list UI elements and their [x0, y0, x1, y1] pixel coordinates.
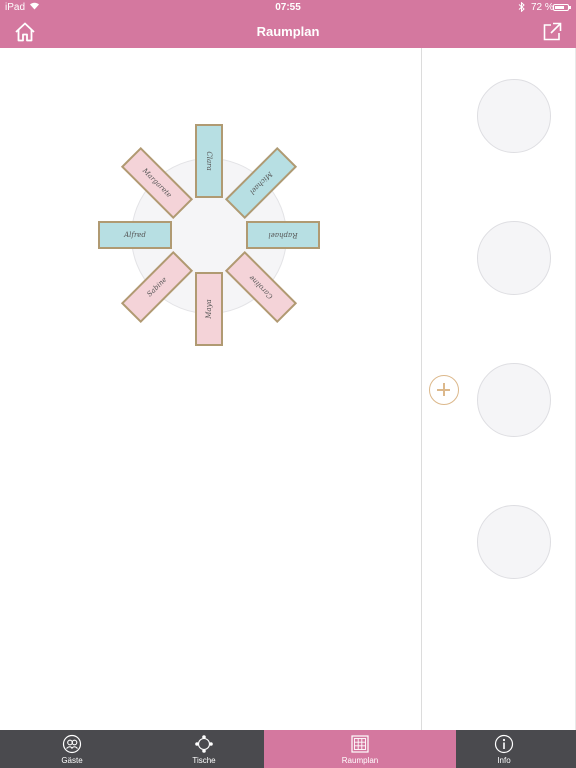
- tab-label: Info: [497, 756, 511, 765]
- guest-name: Caroline: [247, 273, 275, 301]
- navigation-bar: Raumplan: [0, 16, 576, 48]
- place-card[interactable]: Maya: [195, 272, 223, 346]
- page-title: Raumplan: [256, 24, 320, 39]
- place-card[interactable]: Raphael: [246, 221, 320, 249]
- battery-percentage: 72 %: [531, 2, 554, 13]
- floor-plan-canvas[interactable]: Clara Michael Raphael Caroline Maya Sabine Alf…: [0, 48, 422, 730]
- tables-icon: [194, 734, 214, 754]
- guest-name: Alfred: [124, 231, 146, 239]
- tab-label: Tische: [192, 756, 216, 765]
- table-slot[interactable]: [477, 505, 551, 579]
- tab-label: Gäste: [61, 756, 83, 765]
- guest-name: Maya: [205, 299, 213, 319]
- tab-label: Raumplan: [341, 756, 379, 765]
- guests-icon: [62, 734, 82, 754]
- battery-icon: [553, 4, 571, 11]
- floorplan-grid-icon: [350, 734, 370, 754]
- tab-floorplan[interactable]: Raumplan: [264, 730, 456, 768]
- tab-tables[interactable]: Tische: [144, 730, 264, 768]
- info-icon: [494, 734, 514, 754]
- plus-circle-icon[interactable]: [429, 375, 459, 405]
- guest-name: Raphael: [268, 231, 298, 239]
- guest-name: Michael: [248, 169, 275, 196]
- place-card[interactable]: Alfred: [98, 221, 172, 249]
- guest-name: Sabine: [145, 275, 169, 299]
- place-card[interactable]: Clara: [195, 124, 223, 198]
- status-time: 07:55: [275, 2, 301, 13]
- guest-name: Clara: [205, 151, 213, 171]
- table-slot[interactable]: [477, 221, 551, 295]
- tab-guests[interactable]: Gäste: [0, 730, 144, 768]
- table-slot[interactable]: [477, 363, 551, 437]
- table-slot[interactable]: [477, 79, 551, 153]
- status-bar: iPad 07:55 72 %: [0, 0, 576, 16]
- share-icon[interactable]: [540, 20, 564, 44]
- tab-info[interactable]: Info: [456, 730, 552, 768]
- tab-bar: Gäste Tische Raumplan Info: [0, 730, 576, 768]
- bluetooth-icon: [518, 1, 525, 15]
